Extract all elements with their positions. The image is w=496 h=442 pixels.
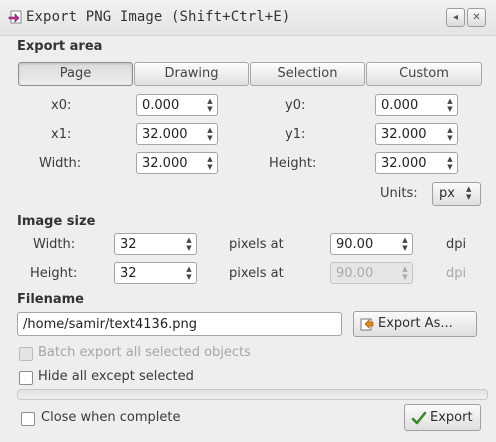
- tab-selection[interactable]: Selection: [250, 62, 365, 86]
- area-height-label: Height:: [269, 156, 317, 171]
- xdpi-spinbox[interactable]: 90.00 ▲ ▼: [330, 233, 413, 255]
- export-label: Export: [430, 410, 473, 425]
- image-height-spinbox[interactable]: 32 ▲ ▼: [114, 262, 197, 284]
- tab-custom-label: Custom: [399, 66, 449, 81]
- area-width-label: Width:: [39, 156, 82, 171]
- filename-input[interactable]: /home/samir/text4136.png: [17, 312, 342, 336]
- area-width-spinbox[interactable]: 32.000 ▲ ▼: [136, 152, 218, 174]
- pixels-at-label: pixels at: [229, 237, 284, 252]
- xdpi-value: 90.00: [336, 237, 374, 252]
- x1-value: 32.000: [142, 127, 188, 142]
- spin-arrows-icon[interactable]: ▲ ▼: [398, 234, 412, 256]
- iconify-icon: ◂: [452, 12, 459, 23]
- filename-value: /home/samir/text4136.png: [23, 317, 197, 332]
- y1-spinbox[interactable]: 32.000 ▲ ▼: [375, 123, 458, 145]
- area-height-spinbox[interactable]: 32.000 ▲ ▼: [375, 152, 458, 174]
- spin-arrows-icon[interactable]: ▲ ▼: [443, 153, 457, 175]
- progress-bar: [17, 389, 488, 400]
- checkmark-icon: [411, 411, 427, 425]
- image-width-label: Width:: [33, 237, 76, 252]
- image-height-label: Height:: [30, 266, 78, 281]
- area-height-value: 32.000: [381, 156, 427, 171]
- export-area-heading: Export area: [17, 39, 103, 54]
- close-icon: ✕: [472, 12, 481, 23]
- spin-arrows-icon[interactable]: ▲ ▼: [203, 95, 217, 117]
- pixels-at-label: pixels at: [229, 266, 284, 281]
- hide-except-selected-checkbox[interactable]: [19, 371, 33, 385]
- tab-page[interactable]: Page: [18, 62, 133, 86]
- units-label: Units:: [380, 186, 418, 201]
- window-title: Export PNG Image (Shift+Ctrl+E): [26, 9, 291, 25]
- close-when-complete-label: Close when complete: [41, 410, 181, 425]
- tab-selection-label: Selection: [277, 66, 338, 81]
- y0-value: 0.000: [381, 98, 419, 113]
- units-select[interactable]: px ▲ ▼: [432, 182, 481, 206]
- spin-arrows-icon: ▲ ▼: [402, 265, 408, 281]
- image-width-value: 32: [120, 237, 137, 252]
- export-button[interactable]: Export: [404, 404, 481, 431]
- spin-arrows-icon[interactable]: ▲ ▼: [203, 124, 217, 146]
- area-width-value: 32.000: [142, 156, 188, 171]
- hide-except-selected-label: Hide all except selected: [38, 369, 194, 384]
- y0-label: y0:: [285, 98, 306, 113]
- spin-arrows-icon[interactable]: ▲ ▼: [182, 234, 196, 256]
- x1-label: x1:: [51, 127, 72, 142]
- ydpi-spinbox: 90.00 ▲ ▼: [330, 262, 413, 284]
- ydpi-value: 90.00: [336, 266, 374, 281]
- tab-drawing[interactable]: Drawing: [134, 62, 249, 86]
- x1-spinbox[interactable]: 32.000 ▲ ▼: [136, 123, 218, 145]
- y1-value: 32.000: [381, 127, 427, 142]
- image-height-value: 32: [120, 266, 137, 281]
- filename-heading: Filename: [17, 292, 84, 307]
- y1-label: y1:: [285, 127, 306, 142]
- close-window-button[interactable]: ✕: [467, 8, 486, 27]
- tab-page-label: Page: [59, 66, 92, 81]
- image-width-spinbox[interactable]: 32 ▲ ▼: [114, 233, 197, 255]
- spin-arrows-icon[interactable]: ▲ ▼: [443, 95, 457, 117]
- dpi-label-disabled: dpi: [446, 266, 467, 281]
- folder-export-icon: [360, 318, 374, 331]
- batch-export-checkbox: [19, 347, 33, 361]
- iconify-button[interactable]: ◂: [446, 8, 465, 27]
- x0-spinbox[interactable]: 0.000 ▲ ▼: [136, 94, 218, 116]
- export-as-label: Export As...: [378, 316, 453, 331]
- image-size-heading: Image size: [17, 214, 96, 229]
- spin-arrows-icon[interactable]: ▲ ▼: [443, 124, 457, 146]
- spin-arrows-icon[interactable]: ▲ ▼: [203, 153, 217, 175]
- x0-value: 0.000: [142, 98, 180, 113]
- y0-spinbox[interactable]: 0.000 ▲ ▼: [375, 94, 458, 116]
- spin-arrows-icon[interactable]: ▲ ▼: [182, 263, 196, 285]
- tab-drawing-label: Drawing: [164, 66, 219, 81]
- dpi-label: dpi: [446, 237, 467, 252]
- batch-export-label: Batch export all selected objects: [38, 345, 251, 360]
- x0-label: x0:: [51, 98, 72, 113]
- units-value: px: [439, 186, 455, 201]
- close-when-complete-checkbox[interactable]: [21, 412, 35, 426]
- select-arrows-icon: ▲ ▼: [466, 185, 472, 201]
- export-png-icon: [8, 10, 22, 24]
- tab-custom[interactable]: Custom: [366, 62, 482, 86]
- export-as-button[interactable]: Export As...: [353, 311, 477, 337]
- title-bar: Export PNG Image (Shift+Ctrl+E) ◂ ✕: [0, 0, 496, 36]
